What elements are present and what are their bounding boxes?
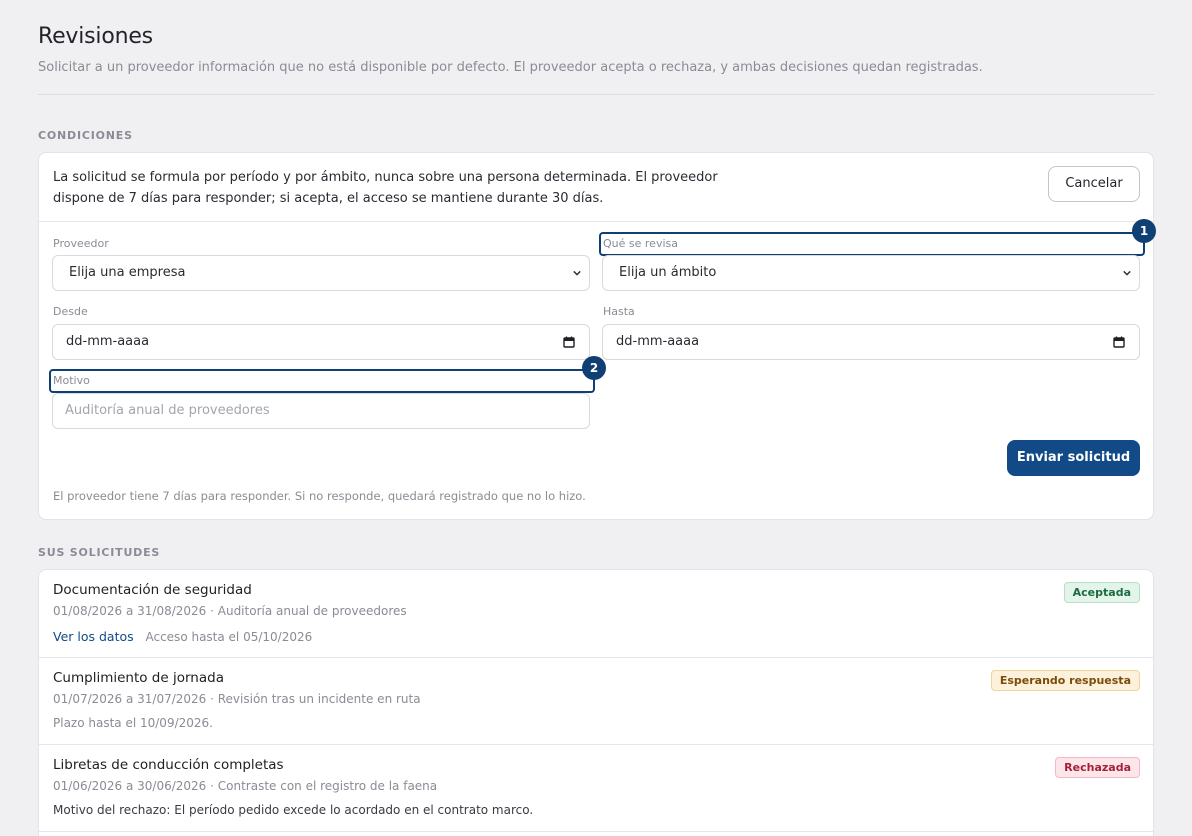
request-row: Cumplimiento de jornada 01/07/2026 a 31/… <box>39 658 1153 745</box>
access-until-text: Acceso hasta el 05/10/2026 <box>145 630 313 644</box>
request-meta: 01/06/2026 a 30/06/2026 · Contraste con … <box>53 779 438 793</box>
cancel-button[interactable]: Cancelar <box>1048 166 1140 202</box>
scope-select-value: Elija un ámbito <box>619 265 717 280</box>
submit-request-button[interactable]: Enviar solicitud <box>1007 440 1140 476</box>
to-date-value: dd-mm-aaaa <box>616 334 700 349</box>
header-divider <box>38 94 1154 95</box>
view-data-link[interactable]: Ver los datos <box>53 629 134 644</box>
page-subtitle: Solicitar a un proveedor información que… <box>38 60 983 75</box>
scope-label-highlight <box>599 232 1145 256</box>
chevron-down-icon <box>1123 270 1131 276</box>
calendar-icon[interactable] <box>563 336 575 348</box>
request-meta: 01/07/2026 a 31/07/2026 · Revisión tras … <box>53 692 421 706</box>
marker-1: 1 <box>1132 219 1156 243</box>
deadline-text: Plazo hasta el 10/09/2026. <box>53 716 213 730</box>
request-title: Documentación de seguridad <box>53 582 252 598</box>
status-badge: Aceptada <box>1063 582 1140 603</box>
status-badge: Rechazada <box>1055 757 1140 778</box>
from-date-value: dd-mm-aaaa <box>66 334 150 349</box>
reason-input[interactable]: Auditoría anual de proveedores <box>52 393 590 429</box>
request-row: Libretas de conducción completas 01/06/2… <box>39 745 1153 832</box>
request-title: Libretas de conducción completas <box>53 757 284 773</box>
response-footnote: El proveedor tiene 7 días para responder… <box>53 489 586 503</box>
reason-label-highlight <box>49 369 595 393</box>
reason-placeholder: Auditoría anual de proveedores <box>65 403 270 418</box>
marker-2: 2 <box>582 356 606 380</box>
chevron-down-icon <box>573 270 581 276</box>
requests-section-label: SUS SOLICITUDES <box>38 546 161 559</box>
request-extra: Ver los datos Acceso hasta el 05/10/2026 <box>53 629 312 644</box>
request-meta: 01/08/2026 a 31/08/2026 · Auditoría anua… <box>53 604 407 618</box>
conditions-description: La solicitud se formula por período y po… <box>53 170 718 206</box>
provider-label: Proveedor <box>53 237 109 250</box>
from-label: Desde <box>53 305 88 318</box>
scope-select[interactable]: Elija un ámbito <box>602 255 1140 291</box>
requests-card: Documentación de seguridad 01/08/2026 a … <box>38 569 1154 836</box>
card-divider <box>39 221 1153 222</box>
request-row: Documentación de seguridad 01/08/2026 a … <box>39 570 1153 658</box>
conditions-card: La solicitud se formula por período y po… <box>38 152 1156 520</box>
provider-select-value: Elija una empresa <box>69 265 186 280</box>
request-title: Cumplimiento de jornada <box>53 670 224 686</box>
conditions-section-label: CONDICIONES <box>38 129 133 142</box>
status-badge: Esperando respuesta <box>990 670 1140 691</box>
calendar-icon[interactable] <box>1113 336 1125 348</box>
page-title: Revisiones <box>38 24 153 49</box>
provider-select[interactable]: Elija una empresa <box>52 255 590 291</box>
to-date-input[interactable]: dd-mm-aaaa <box>602 324 1140 360</box>
from-date-input[interactable]: dd-mm-aaaa <box>52 324 590 360</box>
to-label: Hasta <box>603 305 635 318</box>
rejection-reason-text: Motivo del rechazo: El período pedido ex… <box>53 803 534 817</box>
